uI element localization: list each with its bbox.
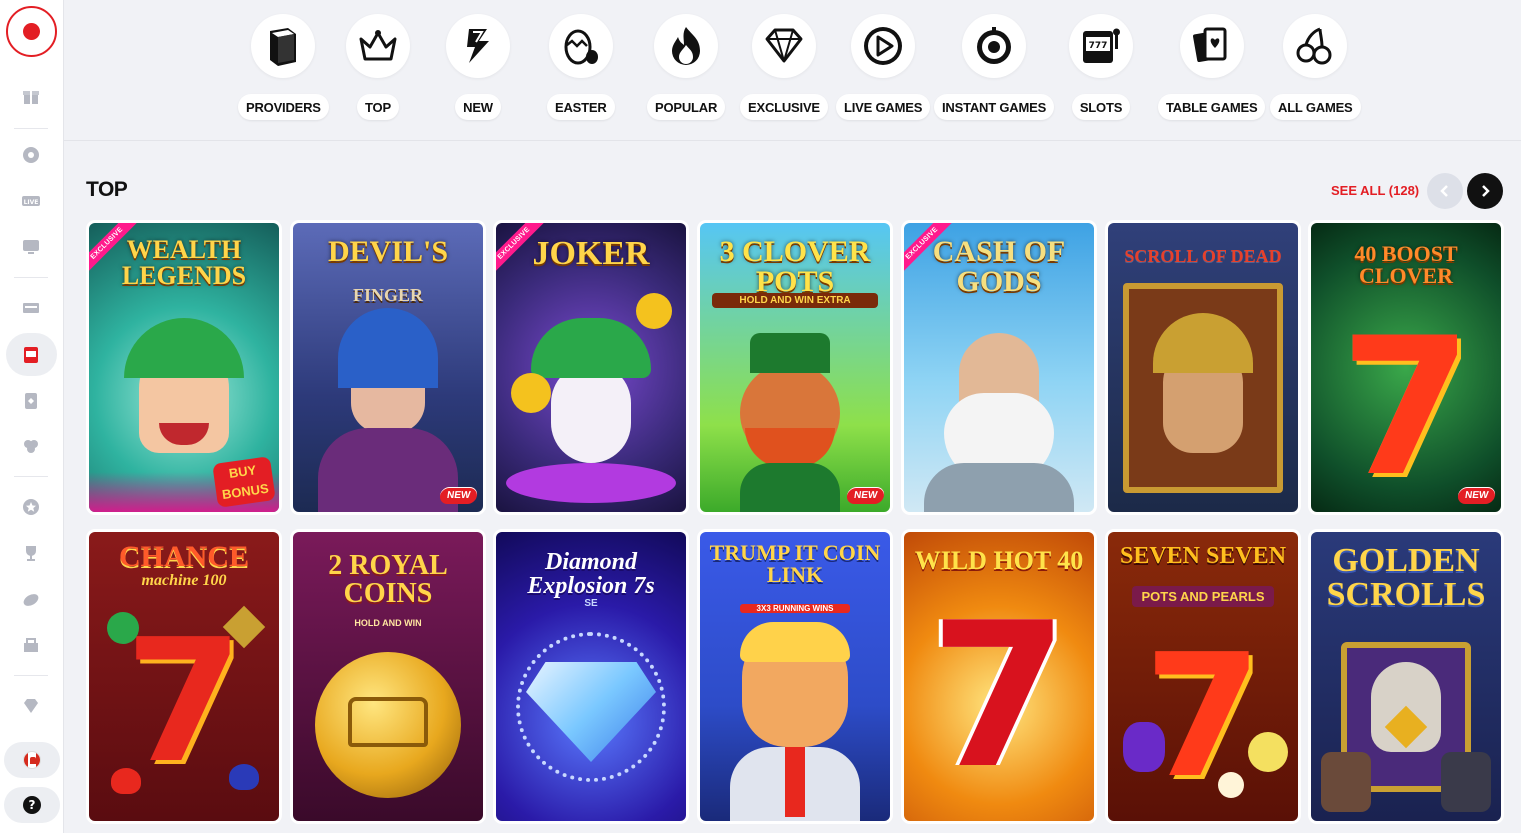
category-label: EXCLUSIVE [740, 94, 828, 120]
help-icon: ? [23, 796, 41, 814]
slot-machine-icon: 777 [1069, 14, 1133, 78]
category-providers[interactable]: PROVIDERS [238, 14, 329, 120]
sidebar: LIVE ? [0, 0, 64, 833]
category-label: POPULAR [647, 94, 726, 120]
game-title: 3 CLOVER POTS [719, 235, 871, 298]
easter-egg-icon [548, 14, 613, 78]
game-title: SEVEN SEVEN [1119, 543, 1287, 569]
category-label: TABLE GAMES [1158, 94, 1266, 120]
new-badge: NEW [438, 487, 479, 504]
section-title: TOP [86, 178, 128, 201]
category-label: ALL GAMES [1270, 94, 1361, 120]
carousel-prev-button[interactable] [1427, 173, 1463, 209]
game-title: SCROLL OF DEAD [1124, 246, 1282, 266]
live-icon[interactable]: LIVE [19, 189, 43, 213]
game-title: 40 BOOST CLOVER [1354, 241, 1458, 288]
category-all-games[interactable]: ALL GAMES [1270, 14, 1361, 120]
flame-icon [654, 14, 719, 78]
category-top[interactable]: TOP [346, 14, 410, 120]
game-subtitle: HOLD AND WIN [354, 618, 422, 628]
table-games-icon[interactable] [19, 296, 43, 320]
game-title: CHANCE [118, 540, 249, 573]
logo-icon[interactable] [6, 6, 57, 57]
category-new[interactable]: NEW [446, 14, 510, 120]
language-selector[interactable] [4, 742, 60, 778]
game-tile-3-clover-pots[interactable]: 3 CLOVER POTS HOLD AND WIN EXTRA NEW [700, 223, 890, 512]
see-all-link[interactable]: SEE ALL (128) [1331, 183, 1419, 198]
category-exclusive[interactable]: EXCLUSIVE [740, 14, 828, 120]
cards-icon [1179, 14, 1244, 78]
game-tile-golden-scrolls[interactable]: GOLDEN SCROLLS [1311, 532, 1501, 821]
game-title: WEALTH LEGENDS [121, 235, 247, 290]
help-button[interactable]: ? [4, 787, 60, 823]
svg-text:777: 777 [1089, 41, 1108, 51]
carousel-next-button[interactable] [1467, 173, 1503, 209]
game-subtitle: machine 100 [141, 572, 227, 589]
category-bar: PROVIDERS TOP NEW EASTER POPULAR EXCLUSI… [64, 0, 1521, 141]
clover-icon[interactable] [19, 434, 43, 458]
crown-icon [346, 14, 410, 78]
cherries-icon [1283, 14, 1348, 78]
game-subtitle: FINGER [352, 285, 423, 305]
game-title: 2 ROYAL COINS [328, 550, 448, 609]
game-tile-joker[interactable]: JOKER EXCLUSIVE [496, 223, 686, 512]
game-title: DEVIL'S [327, 235, 449, 268]
game-tile-scroll-of-dead[interactable]: SCROLL OF DEAD [1108, 223, 1298, 512]
game-tile-wild-hot-40[interactable]: 7 WILD HOT 40 [904, 532, 1094, 821]
chevron-left-icon [1440, 185, 1448, 197]
shop-icon[interactable] [19, 633, 43, 657]
category-label: PROVIDERS [238, 94, 329, 120]
game-tile-seven-seven[interactable]: 7 SEVEN SEVEN POTS AND PEARLS [1108, 532, 1298, 821]
buy-bonus-badge: BUY BONUS [212, 456, 276, 508]
category-label: SLOTS [1071, 94, 1131, 120]
category-table-games[interactable]: TABLE GAMES [1158, 14, 1266, 120]
category-label: EASTER [547, 94, 615, 120]
new-badge: NEW [845, 487, 886, 504]
game-tile-40-boost-clover[interactable]: 7 40 BOOST CLOVER NEW [1311, 223, 1501, 512]
game-title: CASH OF GODS [932, 235, 1066, 298]
rocket-icon[interactable] [19, 588, 43, 612]
game-title: GOLDEN SCROLLS [1326, 542, 1486, 613]
chevron-right-icon [1482, 185, 1490, 197]
game-tile-devils-finger[interactable]: DEVIL'S FINGER NEW [293, 223, 483, 512]
category-label: NEW [455, 94, 501, 120]
slot-machine-icon[interactable] [19, 343, 43, 367]
diamond-icon [751, 14, 816, 78]
game-tile-wealth-legends[interactable]: WEALTH LEGENDS EXCLUSIVE BUY BONUS [89, 223, 279, 512]
game-subtitle: SE [584, 598, 598, 609]
card-icon[interactable] [19, 389, 43, 413]
category-live-games[interactable]: LIVE GAMES [836, 14, 931, 120]
play-icon [851, 14, 916, 78]
gift-icon[interactable] [19, 84, 43, 108]
category-popular[interactable]: POPULAR [647, 14, 726, 120]
game-title: WILD HOT 40 [914, 546, 1084, 575]
trophy-icon[interactable] [19, 541, 43, 565]
game-subtitle: POTS AND PEARLS [1132, 586, 1274, 607]
game-tile-diamond-explosion-7s[interactable]: Diamond Explosion 7s SE [496, 532, 686, 821]
dial-icon [962, 14, 1027, 78]
game-tile-chance-machine-100[interactable]: 7 CHANCE machine 100 [89, 532, 279, 821]
category-label: INSTANT GAMES [934, 94, 1055, 120]
sports-ball-icon[interactable] [19, 143, 43, 167]
game-tile-2-royal-coins[interactable]: 2 ROYAL COINS HOLD AND WIN [293, 532, 483, 821]
svg-text:LIVE: LIVE [24, 199, 39, 206]
category-label: LIVE GAMES [836, 94, 931, 120]
game-subtitle: HOLD AND WIN EXTRA [712, 293, 878, 308]
category-label: TOP [357, 94, 399, 120]
lightning-icon [446, 14, 510, 78]
game-tile-trump-it-coin-link[interactable]: TRUMP IT COIN LINK 3X3 RUNNING WINS [700, 532, 890, 821]
game-title: Diamond Explosion 7s [527, 549, 655, 599]
star-icon[interactable] [19, 495, 43, 519]
new-badge: NEW [1456, 487, 1497, 504]
game-subtitle: 3X3 RUNNING WINS [740, 604, 850, 613]
category-easter[interactable]: EASTER [547, 14, 615, 120]
tv-icon[interactable] [19, 234, 43, 258]
category-slots[interactable]: 777 SLOTS [1069, 14, 1133, 120]
canada-flag-icon [23, 751, 41, 769]
category-instant-games[interactable]: INSTANT GAMES [934, 14, 1055, 120]
diamond-icon[interactable] [19, 694, 43, 718]
book-icon [251, 14, 316, 78]
game-tile-cash-of-gods[interactable]: CASH OF GODS EXCLUSIVE [904, 223, 1094, 512]
game-title: TRUMP IT COIN LINK [709, 540, 881, 587]
